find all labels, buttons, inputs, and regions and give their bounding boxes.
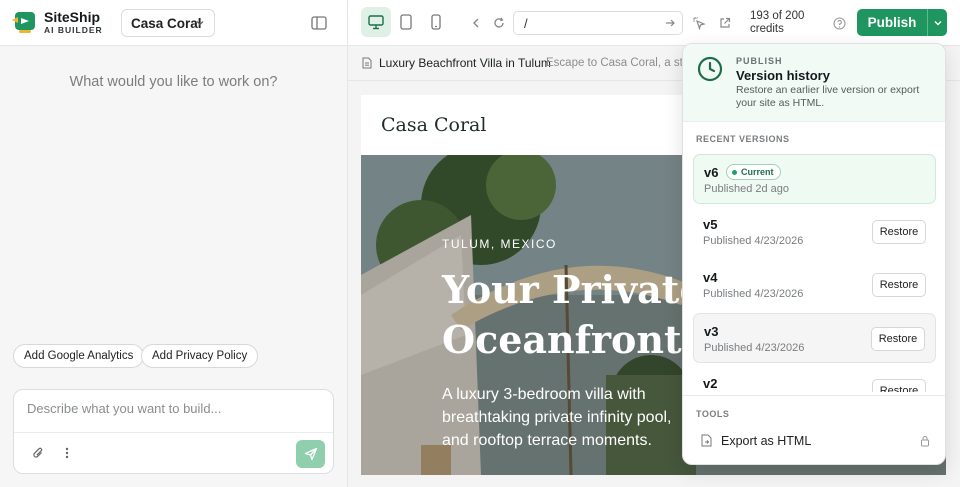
chat-empty-prompt: What would you like to work on? <box>69 74 278 90</box>
sidebar-toggle-button[interactable] <box>308 12 330 34</box>
siteship-logo-icon <box>12 10 38 34</box>
chevron-left-icon <box>473 18 479 28</box>
attach-button[interactable] <box>30 445 46 461</box>
more-options-button[interactable] <box>60 445 74 461</box>
history-clock-icon <box>697 56 723 82</box>
back-button[interactable] <box>468 13 484 33</box>
project-select[interactable]: Casa Coral <box>121 9 215 37</box>
restore-button[interactable]: Restore <box>872 379 926 392</box>
version-date: Published 4/23/2026 <box>703 288 804 300</box>
version-date: Published 4/23/2026 <box>703 235 804 247</box>
chat-input[interactable]: Describe what you want to build... <box>27 401 221 416</box>
tablet-icon <box>400 14 412 30</box>
document-icon <box>362 57 372 69</box>
export-html-label: Export as HTML <box>721 434 812 448</box>
status-dot <box>732 170 737 175</box>
top-bar: SiteShip AI BUILDER Casa Coral / 193 of … <box>0 0 960 46</box>
version-row[interactable]: v4 Published 4/23/2026 Restore <box>693 260 936 310</box>
version-list[interactable]: v6 Current Published 2d ago v5 Published… <box>683 152 945 392</box>
brand-tagline: AI BUILDER <box>44 25 103 35</box>
arrow-right-icon[interactable] <box>664 17 676 29</box>
mobile-icon <box>431 14 441 30</box>
hero-body: A luxury 3-bedroom villa with breathtaki… <box>442 386 672 449</box>
lock-icon <box>921 436 929 447</box>
external-link-icon <box>720 17 731 28</box>
restore-button[interactable]: Restore <box>871 327 925 351</box>
chat-composer: Describe what you want to build... <box>13 389 334 474</box>
export-html-item[interactable]: Export as HTML <box>693 428 936 454</box>
current-badge-label: Current <box>741 167 774 177</box>
more-vertical-icon <box>65 447 69 459</box>
chevron-down-icon <box>196 21 204 26</box>
version-row[interactable]: v2 Restore <box>693 366 936 392</box>
sparkle-cursor-icon <box>693 17 706 30</box>
open-external-button[interactable] <box>716 13 734 33</box>
select-element-button[interactable] <box>690 13 708 33</box>
chevron-down-icon <box>934 20 941 25</box>
popover-eyebrow: PUBLISH <box>736 56 783 66</box>
url-input[interactable]: / <box>513 11 683 35</box>
version-date: Published 4/23/2026 <box>704 342 805 354</box>
version-row[interactable]: v6 Current Published 2d ago <box>693 154 936 204</box>
restore-button[interactable]: Restore <box>872 220 926 244</box>
version-name: v3 <box>704 324 719 339</box>
version-row[interactable]: v5 Published 4/23/2026 Restore <box>693 207 936 257</box>
recent-versions-label: RECENT VERSIONS <box>696 134 790 144</box>
suggestion-chip[interactable]: Add Google Analytics <box>13 344 145 368</box>
chat-panel: What would you like to work on? Add Goog… <box>0 46 347 487</box>
brand-logo[interactable]: SiteShip AI BUILDER <box>12 10 103 35</box>
paperclip-icon <box>32 447 42 458</box>
version-date: Published 2d ago <box>704 183 790 195</box>
tablet-view-button[interactable] <box>391 7 421 37</box>
separator-dot: · <box>538 56 542 70</box>
credits-counter: 193 of 200 credits <box>750 10 804 36</box>
hero-eyebrow: TULUM, MEXICO <box>442 237 557 251</box>
help-button[interactable] <box>830 14 848 32</box>
publish-button[interactable]: Publish <box>857 9 927 36</box>
restore-button[interactable]: Restore <box>872 273 926 297</box>
publish-menu-toggle[interactable] <box>927 9 947 36</box>
reload-button[interactable] <box>491 13 507 33</box>
popover-divider <box>683 395 945 396</box>
help-circle-icon <box>832 16 846 30</box>
project-name: Casa Coral <box>131 15 202 31</box>
tools-label: TOOLS <box>696 409 730 419</box>
version-name: v5 <box>703 217 718 232</box>
version-name: v6 <box>704 165 719 180</box>
desktop-view-button[interactable] <box>361 7 391 37</box>
popover-title: Version history <box>736 68 830 83</box>
send-button[interactable] <box>296 440 325 468</box>
version-name: v2 <box>703 376 718 391</box>
credits-count: 193 of 200 <box>750 10 805 22</box>
url-path: / <box>524 15 528 31</box>
credits-unit: credits <box>750 23 784 35</box>
suggestion-chip[interactable]: Add Privacy Policy <box>141 344 259 368</box>
version-row[interactable]: v3 Published 4/23/2026 Restore <box>693 313 936 363</box>
current-badge: Current <box>726 164 781 180</box>
file-export-icon <box>701 434 712 447</box>
send-icon <box>304 447 317 461</box>
composer-divider <box>14 432 333 433</box>
refresh-icon <box>494 17 504 28</box>
publish-popover: PUBLISH Version history Restore an earli… <box>682 43 946 465</box>
desktop-icon <box>368 14 384 29</box>
popover-description: Restore an earlier live version or expor… <box>736 84 920 109</box>
page-title[interactable]: Luxury Beachfront Villa in Tulum <box>379 56 551 70</box>
popover-header: PUBLISH Version history Restore an earli… <box>683 44 945 122</box>
mobile-view-button[interactable] <box>421 7 451 37</box>
sidebar-panel-icon <box>311 16 327 30</box>
site-logo[interactable]: Casa Coral <box>381 114 486 136</box>
brand-name: SiteShip <box>44 9 101 25</box>
version-name: v4 <box>703 270 718 285</box>
